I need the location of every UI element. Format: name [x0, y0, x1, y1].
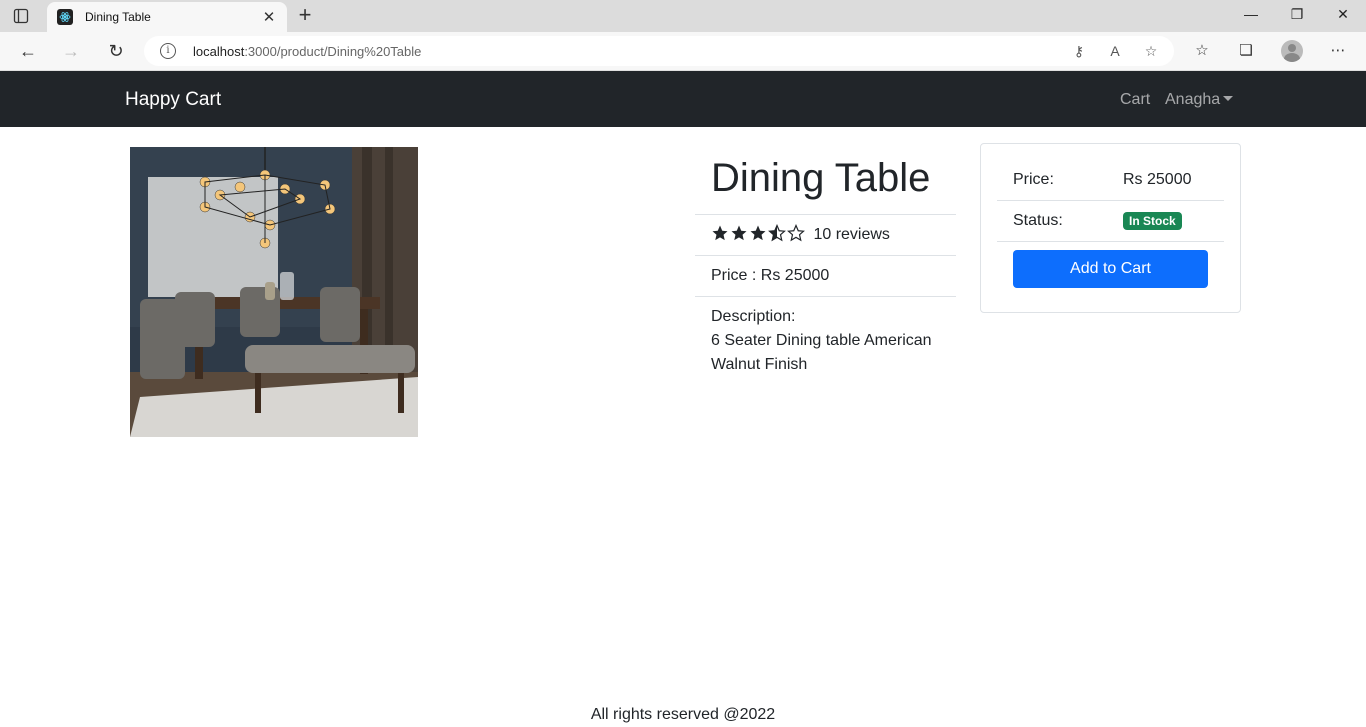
add-to-cart-button[interactable]: Add to Cart	[1013, 250, 1208, 288]
favorites-icon[interactable]: ☆	[1192, 41, 1212, 59]
product-description: 6 Seater Dining table American Walnut Fi…	[711, 332, 932, 373]
price-row: Price : Rs 25000	[695, 256, 956, 297]
card-price-label: Price:	[1013, 171, 1054, 188]
description-label: Description:	[711, 308, 796, 325]
react-icon	[57, 9, 73, 25]
product-image	[130, 147, 418, 437]
status-badge: In Stock	[1123, 212, 1182, 230]
browser-tab[interactable]: Dining Table ✕	[47, 2, 287, 32]
user-dropdown[interactable]: Anagha	[1165, 91, 1234, 109]
rating-stars	[711, 224, 805, 242]
star-full-icon	[731, 225, 747, 241]
card-price-row: Price: Rs 25000	[997, 160, 1224, 201]
product-title: Dining Table	[695, 148, 956, 215]
description-row: Description: 6 Seater Dining table Ameri…	[695, 297, 956, 385]
new-tab-icon[interactable]: +	[294, 4, 316, 26]
read-aloud-icon[interactable]: A	[1106, 43, 1124, 59]
forward-icon[interactable]: →	[60, 40, 82, 62]
site-info-icon[interactable]: i	[160, 43, 176, 59]
product-details: Dining Table 10 reviews Price : Rs 25000…	[695, 148, 956, 385]
refresh-icon[interactable]: ↻	[105, 40, 127, 62]
browser-tab-bar: Dining Table ✕ + — ❐ ✕	[0, 0, 1366, 32]
card-price-value: Rs 25000	[1123, 171, 1192, 188]
card-status-label: Status:	[1013, 212, 1063, 229]
add-favorite-icon[interactable]: ☆	[1142, 43, 1160, 60]
minimize-icon[interactable]: —	[1241, 6, 1261, 22]
card-status-row: Status: In Stock	[997, 201, 1224, 242]
url-field[interactable]: i localhost:3000/product/Dining%20Table …	[144, 36, 1174, 66]
rating-row: 10 reviews	[695, 215, 956, 256]
product-price: Price : Rs 25000	[711, 267, 830, 284]
url-path: :3000/product/Dining%20Table	[244, 43, 422, 59]
browser-address-bar: ← → ↻ i localhost:3000/product/Dining%20…	[0, 32, 1366, 71]
profile-avatar[interactable]	[1281, 40, 1303, 62]
cart-link[interactable]: Cart	[1120, 91, 1150, 109]
user-name: Anagha	[1165, 91, 1221, 108]
collections-icon[interactable]: ❏	[1236, 41, 1256, 59]
reviews-count: 10 reviews	[813, 226, 890, 243]
restore-icon[interactable]: ❐	[1287, 6, 1307, 23]
star-full-icon	[712, 225, 728, 241]
tab-actions-icon[interactable]	[12, 7, 30, 25]
footer-text: All rights reserved @2022	[590, 706, 776, 723]
more-icon[interactable]: ⋯	[1328, 41, 1348, 59]
star-empty-icon	[787, 224, 805, 242]
tab-title: Dining Table	[85, 10, 151, 24]
key-icon[interactable]: ⚷	[1070, 43, 1088, 60]
close-window-icon[interactable]: ✕	[1333, 6, 1353, 23]
brand-link[interactable]: Happy Cart	[125, 89, 221, 111]
star-full-icon	[750, 225, 766, 241]
star-half-icon	[768, 224, 786, 242]
back-icon[interactable]: ←	[17, 40, 39, 62]
url-host: localhost	[193, 43, 245, 59]
purchase-card: Price: Rs 25000 Status: In Stock Add to …	[980, 143, 1241, 313]
close-tab-icon[interactable]: ✕	[261, 8, 277, 26]
app-navbar: Happy Cart Cart Anagha	[0, 71, 1366, 127]
caret-down-icon	[1223, 96, 1234, 101]
